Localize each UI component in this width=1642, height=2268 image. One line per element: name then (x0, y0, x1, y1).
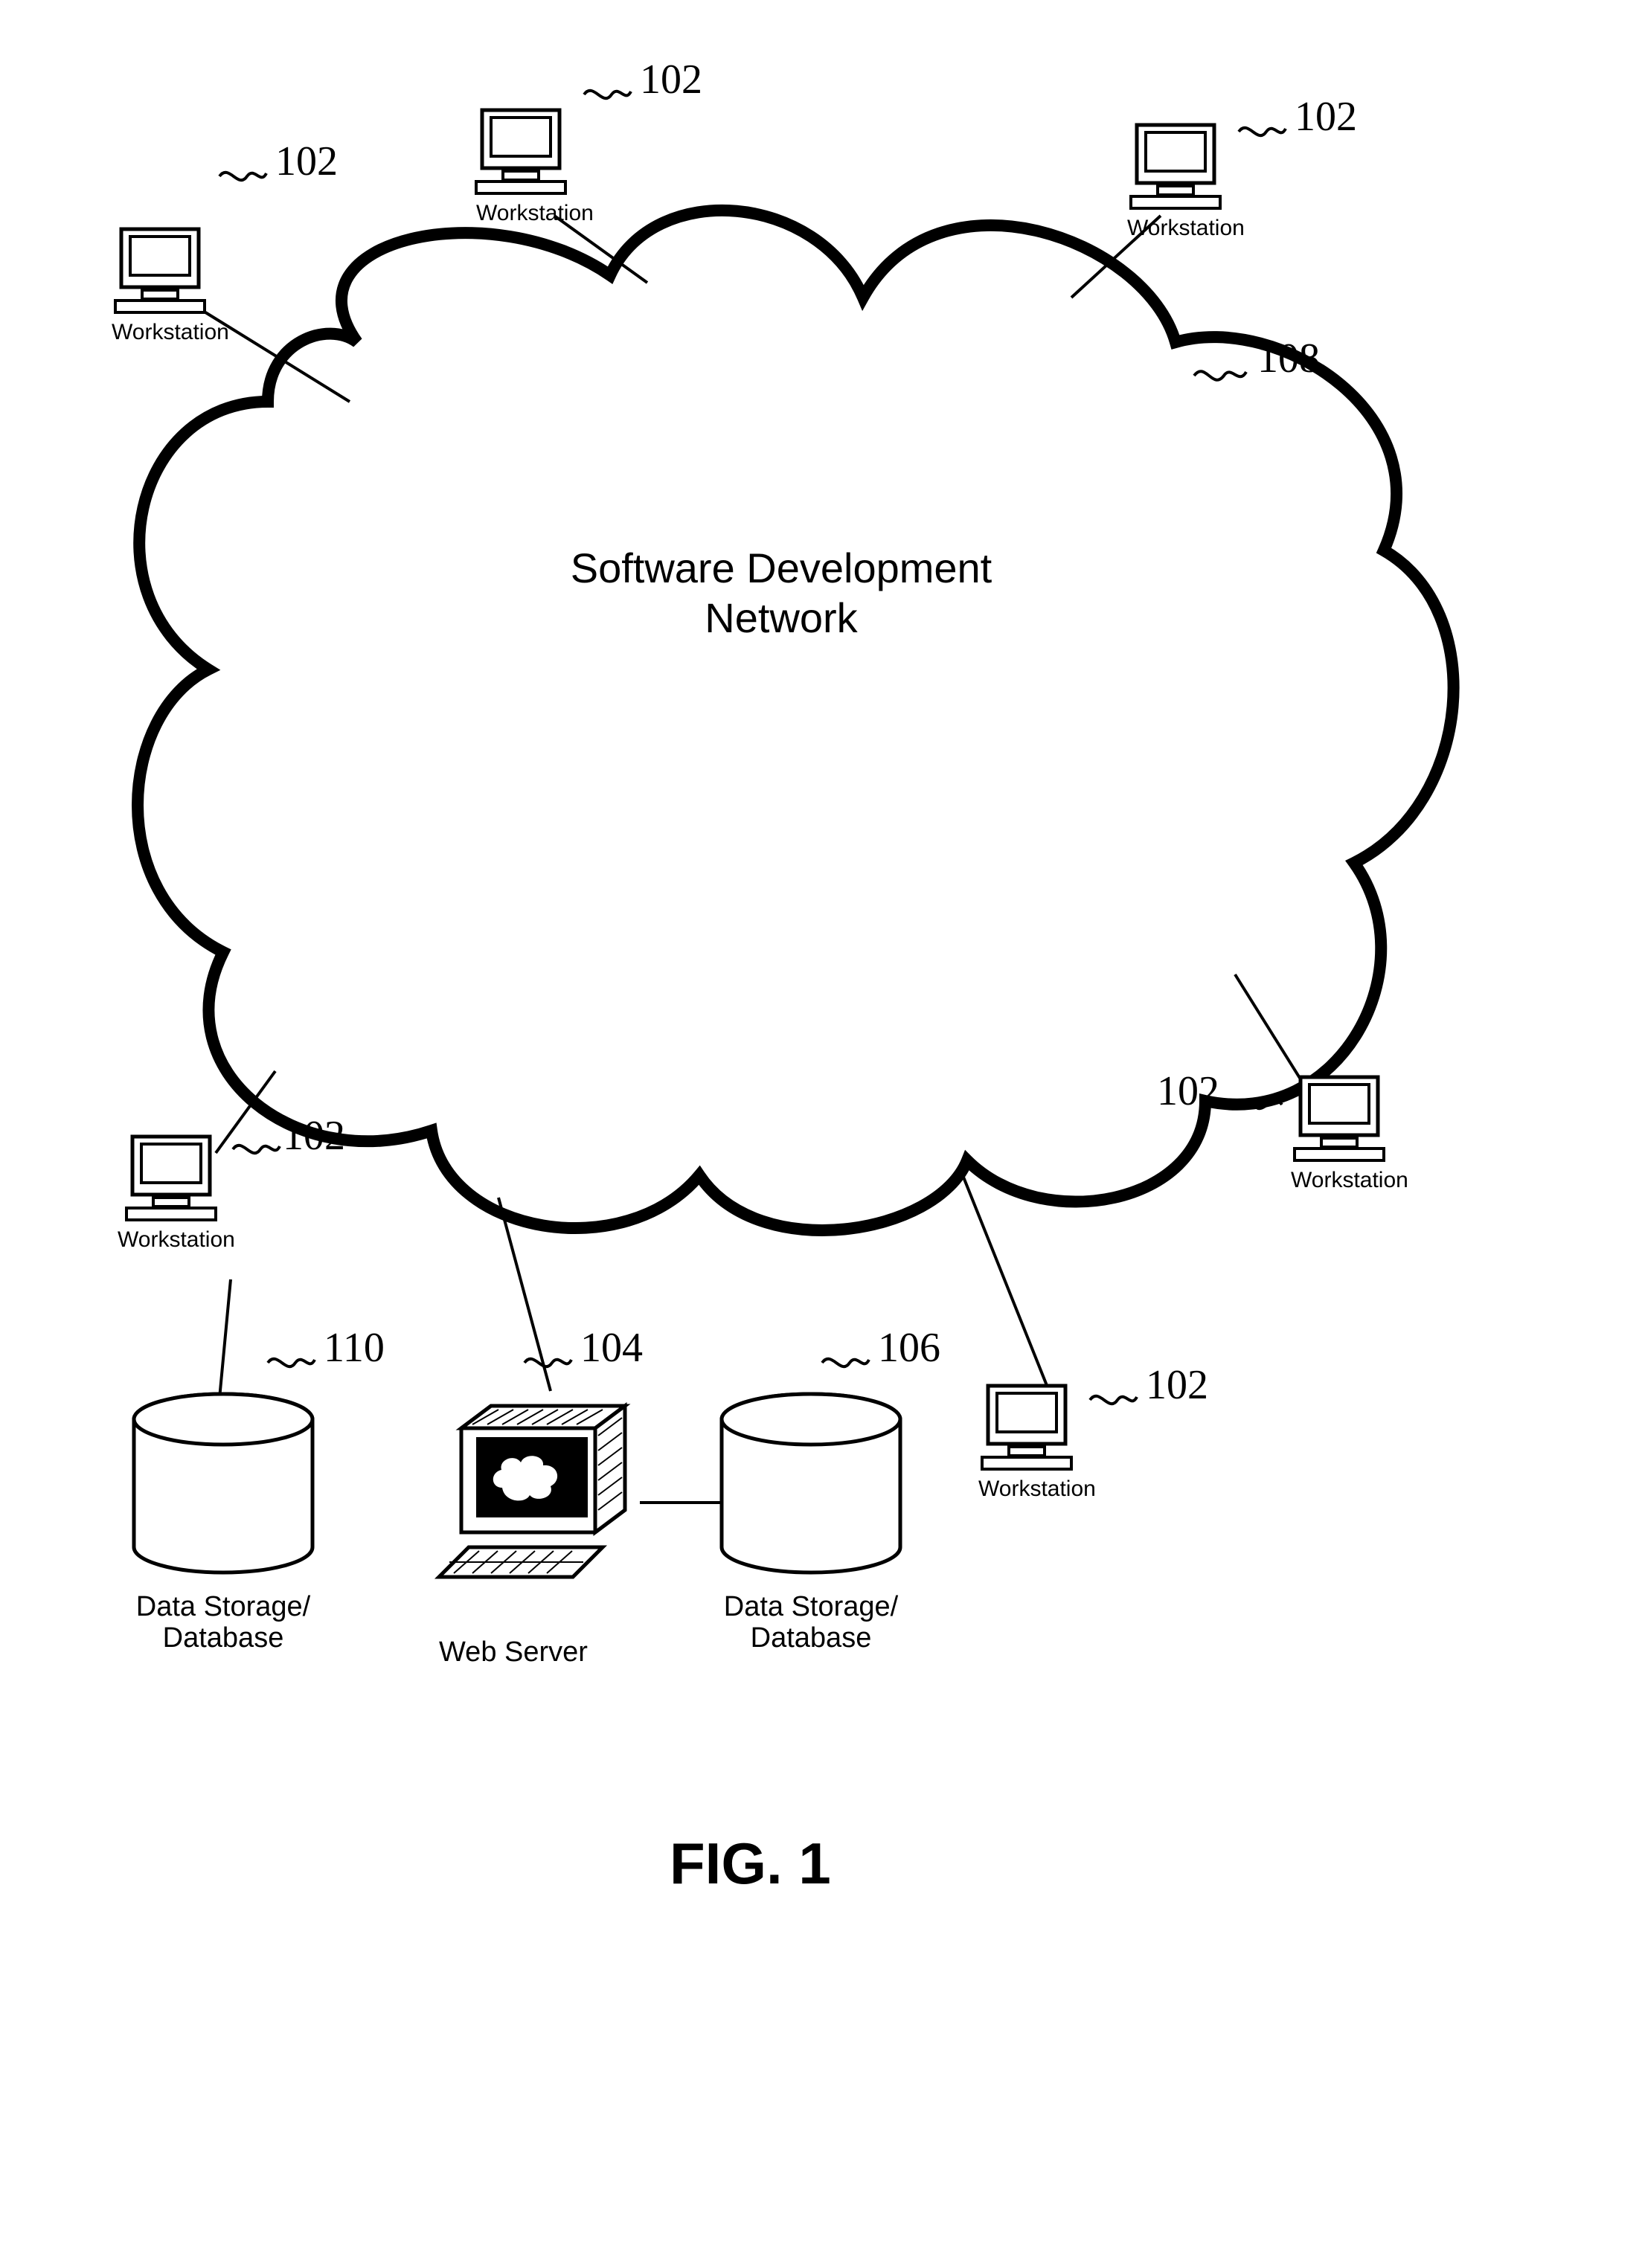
workstation-label: Workstation (476, 201, 594, 226)
squiggle-102 (1231, 1088, 1283, 1115)
workstation-icon (119, 1131, 223, 1227)
database-label-line1: Data Storage/ (136, 1591, 310, 1622)
ref-102: 102 (640, 56, 702, 103)
workstation-icon (975, 1380, 1079, 1477)
workstation-label: Workstation (1291, 1168, 1408, 1193)
ref-106: 106 (878, 1324, 940, 1372)
figure-label: FIG. 1 (670, 1830, 831, 1898)
database-icon (714, 1391, 908, 1584)
workstation-label: Workstation (1127, 216, 1245, 241)
database-label: Data Storage/ Database (718, 1592, 904, 1654)
ref-102: 102 (275, 138, 338, 185)
ref-110: 110 (324, 1324, 385, 1372)
workstation-label: Workstation (118, 1227, 235, 1253)
workstation-label: Workstation (978, 1477, 1096, 1502)
squiggle-102 (229, 1133, 281, 1160)
squiggle-102 (1235, 115, 1287, 142)
squiggle-104 (521, 1346, 573, 1373)
ref-102: 102 (283, 1112, 345, 1160)
squiggle-110 (264, 1346, 316, 1373)
squiggle-106 (818, 1346, 870, 1373)
workstation-icon (1123, 119, 1228, 216)
workstation-icon (469, 104, 573, 201)
database-label-line2: Database (163, 1622, 284, 1654)
web-server-label: Web Server (439, 1636, 588, 1668)
ref-102: 102 (1157, 1067, 1219, 1115)
ref-102: 102 (1146, 1361, 1208, 1409)
squiggle-102 (216, 160, 268, 187)
workstation-label: Workstation (112, 320, 229, 345)
ref-102: 102 (1295, 93, 1357, 141)
web-server-icon (432, 1391, 640, 1592)
squiggle-102 (580, 78, 632, 105)
database-icon (126, 1391, 320, 1584)
squiggle-102 (1086, 1384, 1138, 1410)
workstation-icon (108, 223, 212, 320)
workstation-icon (1287, 1071, 1391, 1168)
database-label-line1: Data Storage/ (724, 1591, 898, 1622)
database-label: Data Storage/ Database (130, 1592, 316, 1654)
database-label-line2: Database (751, 1622, 872, 1654)
ref-104: 104 (580, 1324, 643, 1372)
